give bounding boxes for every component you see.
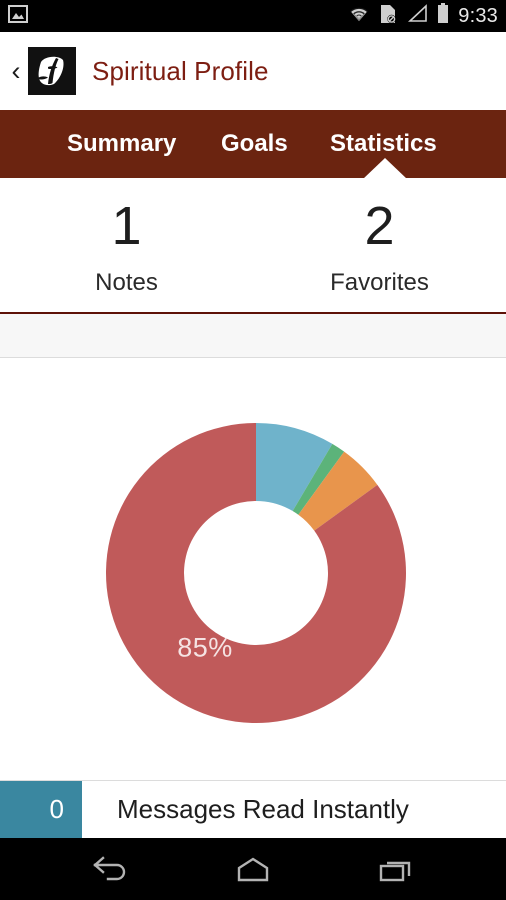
tab-goals[interactable]: Goals — [221, 132, 288, 156]
counter-notes-label: Notes — [95, 269, 158, 296]
home-nav-button[interactable] — [218, 845, 288, 893]
recents-nav-button[interactable] — [360, 845, 430, 893]
sync-disabled-icon — [379, 4, 397, 29]
section-divider-strip — [0, 312, 506, 358]
back-button[interactable]: ‹ — [6, 51, 26, 91]
android-nav-bar — [0, 838, 506, 900]
wifi-icon — [348, 5, 370, 28]
status-bar: 9:33 — [0, 0, 506, 32]
page-title: Spiritual Profile — [92, 55, 269, 86]
photo-icon — [8, 4, 28, 28]
tab-summary[interactable]: Summary — [67, 132, 176, 156]
cell-signal-icon — [406, 4, 428, 28]
tab-bar: Summary Goals Statistics — [0, 110, 506, 179]
status-bar-clock: 9:33 — [458, 5, 498, 27]
app-screen: 9:33 ‹ Spiritual Profile Summary Goals S… — [0, 0, 506, 900]
list-item-label: Messages Read Instantly — [117, 794, 409, 824]
counter-favorites[interactable]: 2 Favorites — [253, 178, 506, 312]
app-logo-icon[interactable] — [28, 47, 76, 95]
summary-counters: 1 Notes 2 Favorites — [0, 178, 506, 312]
counter-favorites-label: Favorites — [330, 269, 429, 296]
tab-statistics[interactable]: Statistics — [330, 132, 437, 156]
back-nav-button[interactable] — [76, 845, 146, 893]
list-item-count: 0 — [0, 781, 82, 838]
status-bar-right: 9:33 — [348, 3, 498, 29]
battery-icon — [437, 3, 449, 29]
counter-notes[interactable]: 1 Notes — [0, 178, 253, 312]
counter-favorites-value: 2 — [364, 196, 395, 256]
status-bar-left — [8, 4, 28, 28]
counter-notes-value: 1 — [111, 196, 142, 256]
donut-chart[interactable] — [105, 423, 406, 723]
statistics-chart-area — [0, 359, 506, 780]
active-tab-indicator — [363, 158, 407, 179]
app-header: ‹ Spiritual Profile — [0, 32, 506, 110]
list-item[interactable]: 0 Messages Read Instantly — [0, 781, 506, 838]
stats-list: 0 Messages Read Instantly — [0, 780, 506, 838]
